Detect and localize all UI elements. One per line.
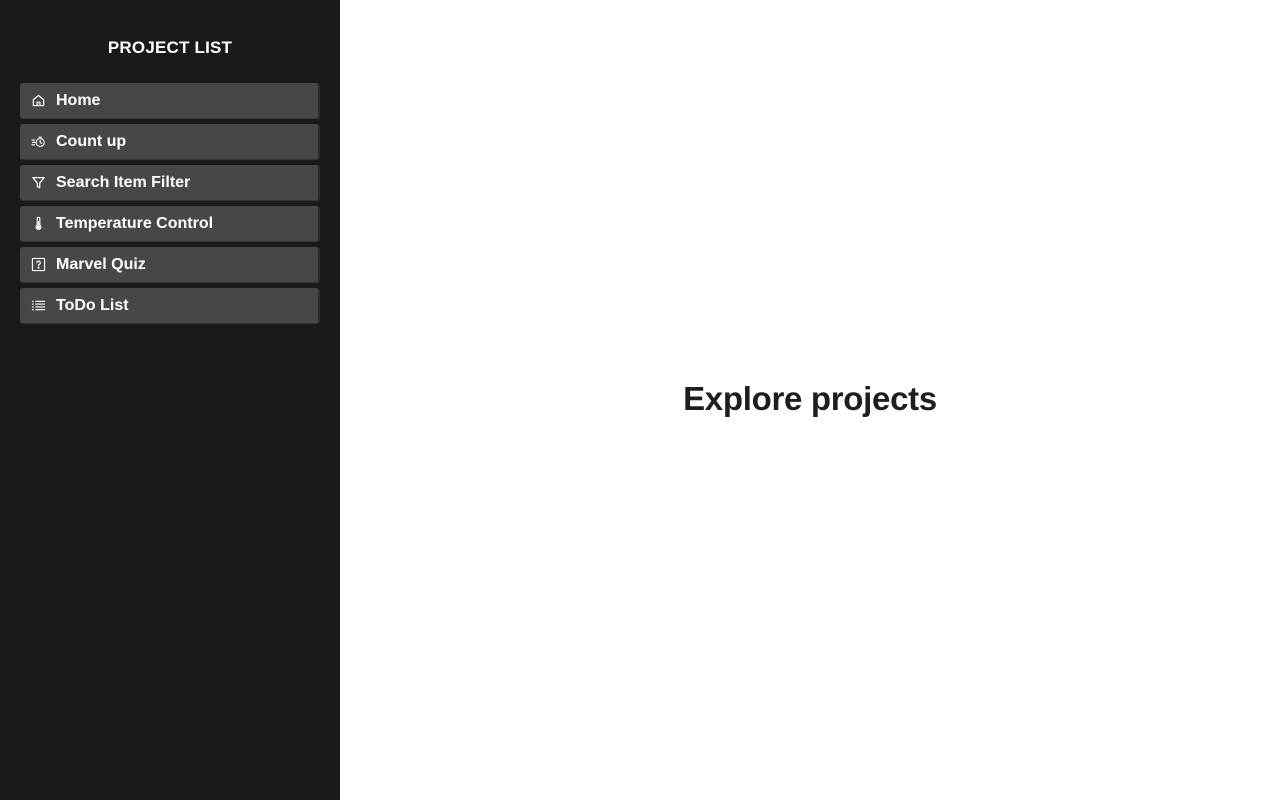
app-root: PROJECT LIST Home Count up Search Item F… [0,0,1280,800]
thermometer-icon [30,216,46,232]
sidebar: PROJECT LIST Home Count up Search Item F… [0,0,340,800]
sidebar-item-home[interactable]: Home [20,83,320,119]
sidebar-item-search-item-filter[interactable]: Search Item Filter [20,165,320,201]
list-icon [30,298,46,314]
sidebar-item-label: Search Item Filter [56,173,191,191]
page-title: Explore projects [683,380,937,417]
home-icon [30,93,46,109]
sidebar-item-temperature-control[interactable]: Temperature Control [20,206,320,242]
sidebar-item-label: Temperature Control [56,214,214,232]
sidebar-item-marvel-quiz[interactable]: Marvel Quiz [20,247,320,283]
question-square-icon [30,257,46,273]
sidebar-item-label: Count up [56,132,127,150]
sidebar-item-label: Home [56,91,101,109]
stopwatch-icon [30,134,46,150]
sidebar-item-label: Marvel Quiz [56,255,146,273]
sidebar-item-label: ToDo List [56,296,129,314]
sidebar-item-count-up[interactable]: Count up [20,124,320,160]
sidebar-item-todo-list[interactable]: ToDo List [20,288,320,324]
project-nav: Home Count up Search Item Filter Tempera… [20,83,320,324]
main-content: Explore projects [340,0,1280,800]
filter-icon [30,175,46,191]
sidebar-title: PROJECT LIST [107,38,233,57]
